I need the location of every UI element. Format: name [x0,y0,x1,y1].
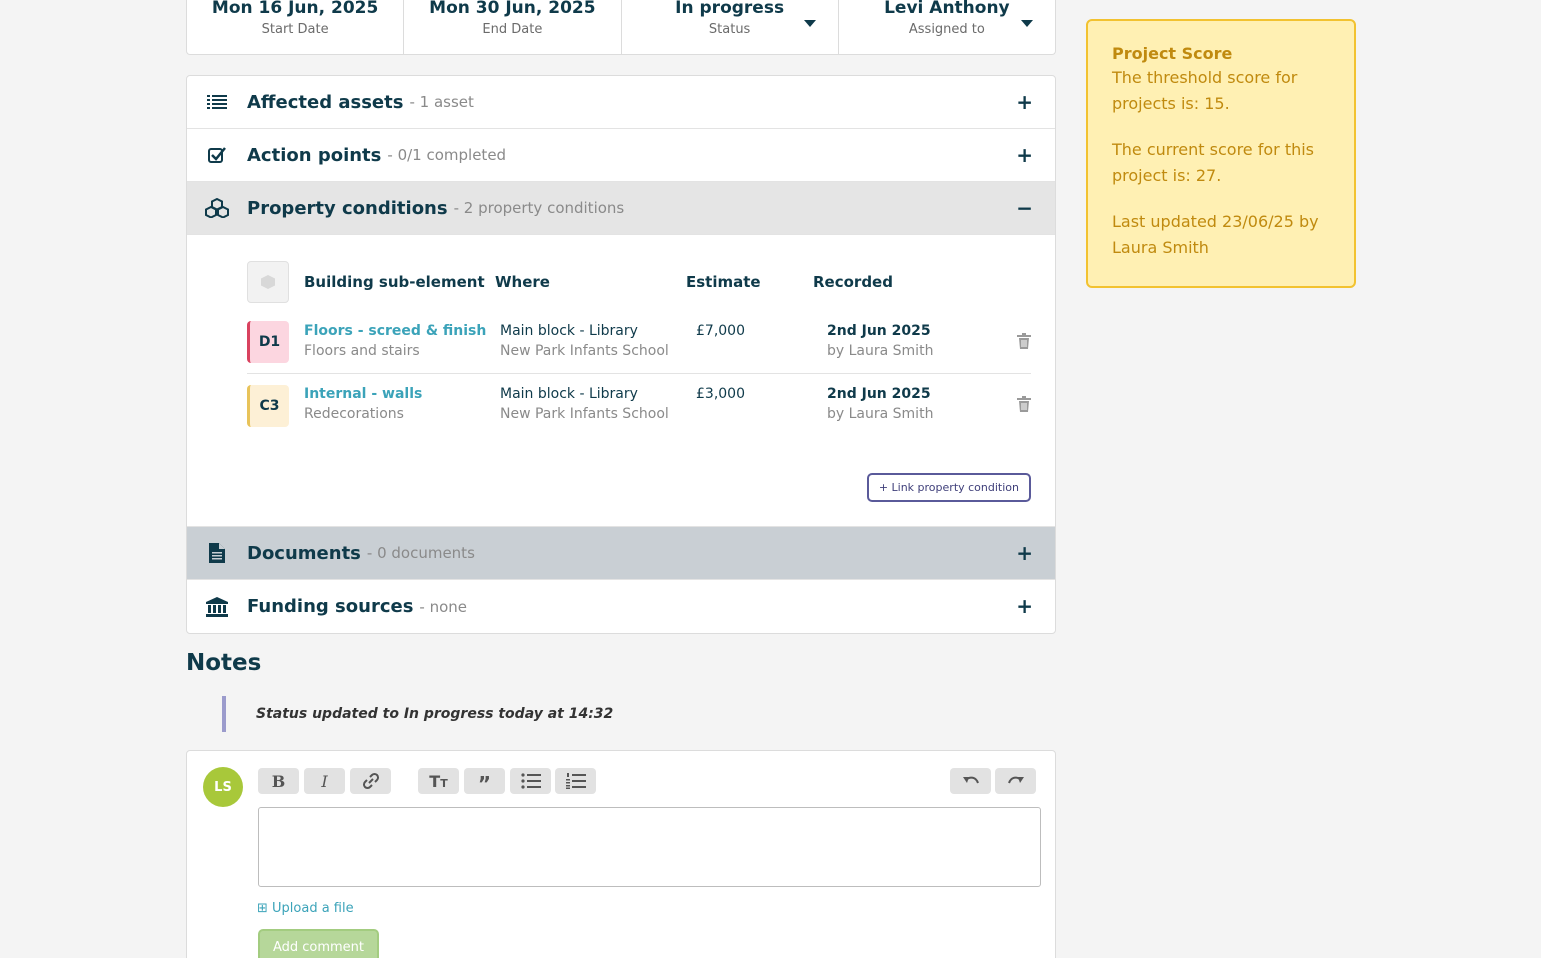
notes-heading: Notes [186,650,262,676]
checkbox-checked-icon [187,146,247,164]
redo-button[interactable] [995,768,1036,794]
column-header-element: Building sub-element [304,273,485,291]
accordion-subtitle: - 2 property conditions [453,199,625,217]
bold-button[interactable]: B [258,768,299,794]
location-school: New Park Infants School [500,343,669,359]
end-date-value: Mon 30 Jun, 2025 [429,0,596,18]
chevron-down-icon[interactable] [803,20,816,27]
quote-icon: ” [477,772,492,796]
document-icon [187,543,247,563]
estimate-value: £7,000 [696,323,745,339]
project-score-panel: Project Score The threshold score for pr… [1086,19,1356,288]
accordion-title: Documents [247,542,361,564]
accordion-subtitle: - 0 documents [366,544,475,562]
link-button[interactable] [350,768,391,794]
start-date-cell[interactable]: Mon 16 Jun, 2025 Start Date [187,0,405,54]
bullet-list-icon [520,773,541,789]
recorded-date: 2nd Jun 2025 [827,386,931,402]
condition-name-link[interactable]: Floors - screed & finish [304,321,486,341]
expand-icon[interactable]: + [1016,143,1033,167]
trash-icon[interactable] [1017,396,1031,416]
assignee-dropdown[interactable]: Levi Anthony Assigned to [839,0,1055,54]
link-icon [362,772,379,790]
column-header-estimate: Estimate [686,273,761,291]
start-date-label: Start Date [261,22,329,37]
expand-icon[interactable]: + [1016,594,1033,618]
numbered-list-button[interactable] [555,768,596,794]
property-conditions-header: Building sub-element Where Estimate Reco… [247,261,1031,303]
table-row: D1 Floors - screed & finish Floors and s… [247,311,1031,374]
condition-grade-badge: D1 [247,321,289,363]
accordion-subtitle: - none [419,597,468,616]
condition-category: Redecorations [304,406,404,422]
accordion-subtitle: - 0/1 completed [387,146,507,164]
accordion-title: Affected assets [247,91,404,113]
italic-icon: I [321,771,328,791]
status-dropdown[interactable]: In progress Status [622,0,839,54]
condition-name-link[interactable]: Internal - walls [304,384,422,404]
avatar: LS [203,767,243,807]
recorded-date: 2nd Jun 2025 [827,323,931,339]
column-header-where: Where [495,273,550,291]
accordion-title: Action points [247,144,382,166]
accordion-documents[interactable]: Documents - 0 documents + [187,527,1055,580]
condition-grade-badge: C3 [247,384,289,427]
end-date-cell[interactable]: Mon 30 Jun, 2025 End Date [404,0,622,54]
accordion-property-conditions[interactable]: Property conditions - 2 property conditi… [187,182,1055,235]
chevron-down-icon[interactable] [1021,20,1033,27]
estimate-value: £3,000 [696,386,745,402]
location-school: New Park Infants School [500,406,669,422]
upload-file-link[interactable]: ⊞ Upload a file [257,901,354,916]
text-size-icon: TT [429,771,448,791]
comment-editor: LS B I TT ” ⊞ Upload a file Add comment [186,750,1056,958]
expand-icon[interactable]: + [1016,541,1033,565]
start-date-value: Mon 16 Jun, 2025 [211,0,379,18]
list-icon [187,94,247,110]
end-date-label: End Date [482,22,543,37]
recorded-by: by Laura Smith [827,406,934,422]
italic-button[interactable]: I [304,768,345,794]
location-building: Main block - Library [500,386,638,402]
link-property-condition-button[interactable]: + Link property condition [866,473,1031,502]
property-conditions-panel: Building sub-element Where Estimate Reco… [187,235,1055,527]
undo-button[interactable] [950,768,991,794]
expand-icon[interactable]: + [1016,90,1033,114]
condition-category: Floors and stairs [304,343,420,359]
accordion-subtitle: - 1 asset [409,93,474,111]
trash-icon[interactable] [1017,333,1031,353]
bold-icon: B [271,771,286,791]
collapse-icon[interactable]: − [1016,196,1033,220]
status-note: Status updated to In progress today at 1… [222,696,613,732]
project-accordion: Affected assets - 1 asset + Action point… [186,75,1056,634]
add-comment-button[interactable]: Add comment [258,929,379,958]
bank-icon [187,596,247,617]
recorded-by: by Laura Smith [827,343,934,359]
accordion-title: Property conditions [247,197,448,219]
location-building: Main block - Library [500,323,638,339]
accordion-funding-sources[interactable]: Funding sources - none + [187,580,1055,633]
bullet-list-button[interactable] [510,768,551,794]
table-row: C3 Internal - walls Redecorations Main b… [247,374,1031,437]
undo-icon [962,776,979,784]
accordion-action-points[interactable]: Action points - 0/1 completed + [187,129,1055,182]
comment-textarea[interactable] [258,807,1041,887]
accordion-title: Funding sources [247,596,414,617]
cube-icon [247,261,289,303]
score-updated-text: Last updated 23/06/25 by Laura Smith [1112,212,1319,257]
heading-button[interactable]: TT [418,768,459,794]
project-score-title: Project Score [1112,44,1233,63]
project-summary-bar: Mon 16 Jun, 2025 Start Date Mon 30 Jun, … [186,0,1056,55]
status-value: In progress [675,0,785,18]
column-header-recorded: Recorded [813,273,893,291]
current-score-text: The current score for this project is: 2… [1112,140,1315,185]
assignee-value: Levi Anthony [884,0,1010,18]
numbered-list-icon [565,773,586,789]
threshold-score-text: The threshold score for projects is: 15. [1112,68,1298,113]
cubes-icon [187,198,247,218]
quote-button[interactable]: ” [464,768,505,794]
accordion-affected-assets[interactable]: Affected assets - 1 asset + [187,76,1055,129]
redo-icon [1007,776,1024,784]
